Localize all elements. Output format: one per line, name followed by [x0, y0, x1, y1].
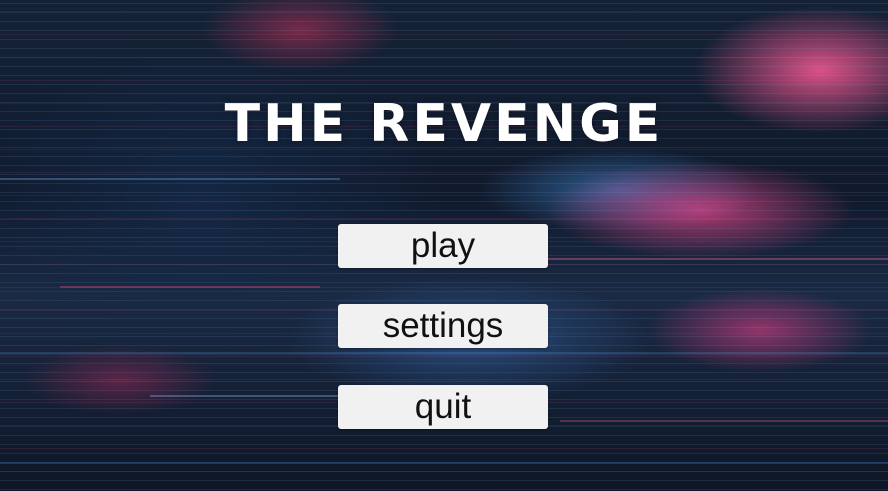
- glitch-streak: [60, 286, 320, 288]
- glitch-streak: [560, 420, 888, 422]
- play-button[interactable]: play: [338, 224, 548, 268]
- game-title: THE REVENGE: [224, 94, 664, 154]
- glitch-streak: [520, 258, 888, 260]
- glitch-streak: [0, 352, 888, 354]
- quit-button[interactable]: quit: [338, 385, 548, 429]
- settings-button[interactable]: settings: [338, 304, 548, 348]
- glitch-streak: [0, 178, 340, 180]
- main-menu-screen: THE REVENGE play settings quit: [0, 0, 888, 491]
- glitch-streak: [0, 462, 888, 464]
- glitch-streak: [150, 395, 350, 397]
